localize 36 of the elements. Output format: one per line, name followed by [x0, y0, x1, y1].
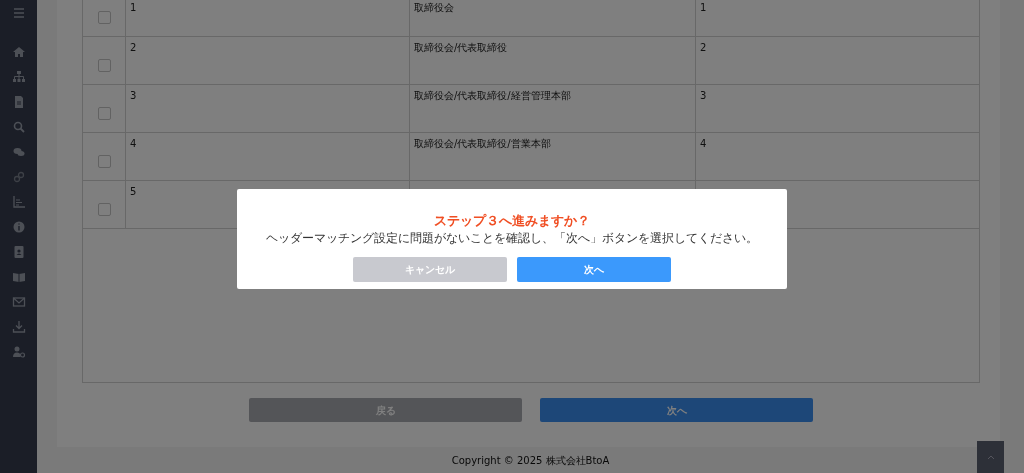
mail-icon[interactable] [11, 295, 26, 309]
user-gear-icon[interactable] [11, 345, 26, 359]
sitemap-icon[interactable] [11, 70, 26, 84]
table-cell: 取締役会/代表取締役 [414, 42, 508, 53]
table-cell: 1 [700, 2, 707, 13]
info-icon[interactable] [11, 220, 26, 234]
row-checkbox[interactable] [97, 203, 111, 216]
table-cell: 2 [700, 42, 707, 53]
next-button[interactable]: 次へ [517, 257, 671, 282]
table-cell: 4 [130, 138, 137, 149]
chat-icon[interactable] [11, 145, 26, 159]
row-checkbox[interactable] [97, 107, 111, 120]
table-cell: 取締役会/代表取締役/営業本部 [414, 138, 551, 149]
table-cell: 3 [700, 90, 707, 101]
home-icon[interactable] [11, 45, 26, 59]
table-cell: 3 [130, 90, 137, 101]
row-checkbox[interactable] [97, 155, 111, 168]
table-cell: 取締役会/代表取締役/経営管理本部 [414, 90, 571, 101]
next-button[interactable]: 次へ [540, 398, 813, 422]
chevron-up-icon [986, 454, 995, 460]
row-checkbox[interactable] [97, 11, 111, 24]
dialog-title: ステップ３へ進みますか？ [434, 213, 590, 229]
copyright-text: Copyright © 2025 株式会社BtoA [451, 453, 610, 468]
book-icon[interactable] [11, 270, 26, 284]
row-checkbox[interactable] [97, 59, 111, 72]
menu-icon[interactable] [11, 6, 26, 20]
table-cell: 1 [130, 2, 137, 13]
download-icon[interactable] [11, 320, 26, 334]
search-icon[interactable] [11, 120, 26, 134]
dialog-message: ヘッダーマッチング設定に問題がないことを確認し、「次へ」ボタンを選択してください。 [266, 231, 758, 245]
table-cell: 5 [130, 186, 137, 197]
table-cell: 2 [130, 42, 137, 53]
chart-icon[interactable] [11, 195, 26, 209]
table-cell: 4 [700, 138, 707, 149]
table-cell: 取締役会 [414, 2, 454, 13]
link-icon[interactable] [11, 170, 26, 184]
